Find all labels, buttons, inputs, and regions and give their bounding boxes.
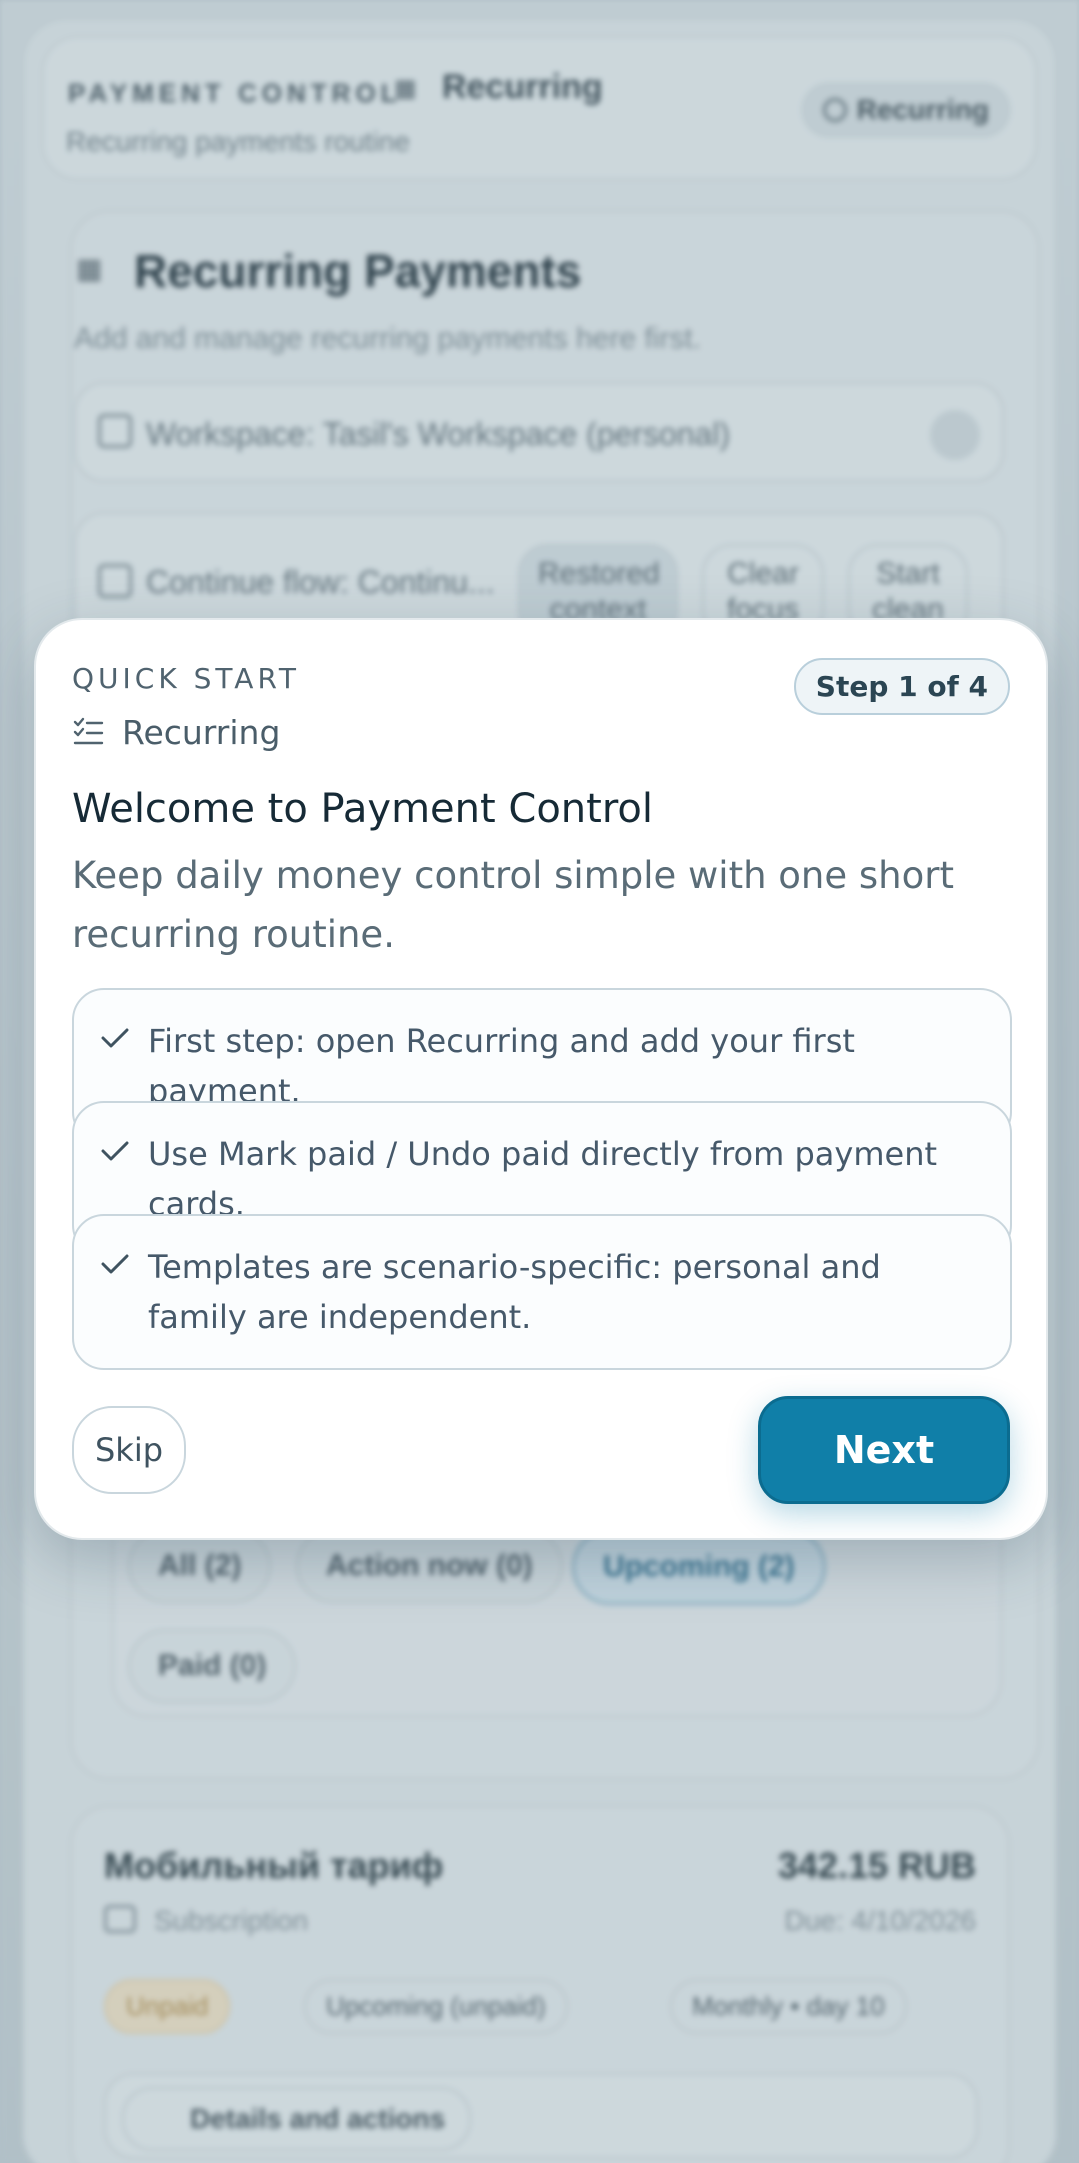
checklist-icon [73,717,104,745]
tip-item: Templates are scenario-specific: persona… [72,1214,1012,1370]
skip-button[interactable]: Skip [72,1406,186,1494]
check-icon [101,1028,129,1048]
check-icon [101,1254,129,1274]
section-indicator: Recurring [72,712,280,752]
dialog-title: Welcome to Payment Control [72,786,653,832]
tip-text: Templates are scenario-specific: persona… [148,1248,881,1336]
quick-start-dialog: QUICK START Step 1 of 4 Recurring Welcom… [34,618,1048,1540]
quick-start-eyebrow: QUICK START [72,662,300,695]
section-label: Recurring [122,712,281,752]
step-badge: Step 1 of 4 [793,658,1010,715]
next-button[interactable]: Next [758,1396,1010,1504]
dialog-description: Keep daily money control simple with one… [72,854,954,956]
tip-text: First step: open Recurring and add your … [148,1022,855,1110]
check-icon [101,1141,129,1161]
tip-text: Use Mark paid / Undo paid directly from … [148,1135,938,1223]
